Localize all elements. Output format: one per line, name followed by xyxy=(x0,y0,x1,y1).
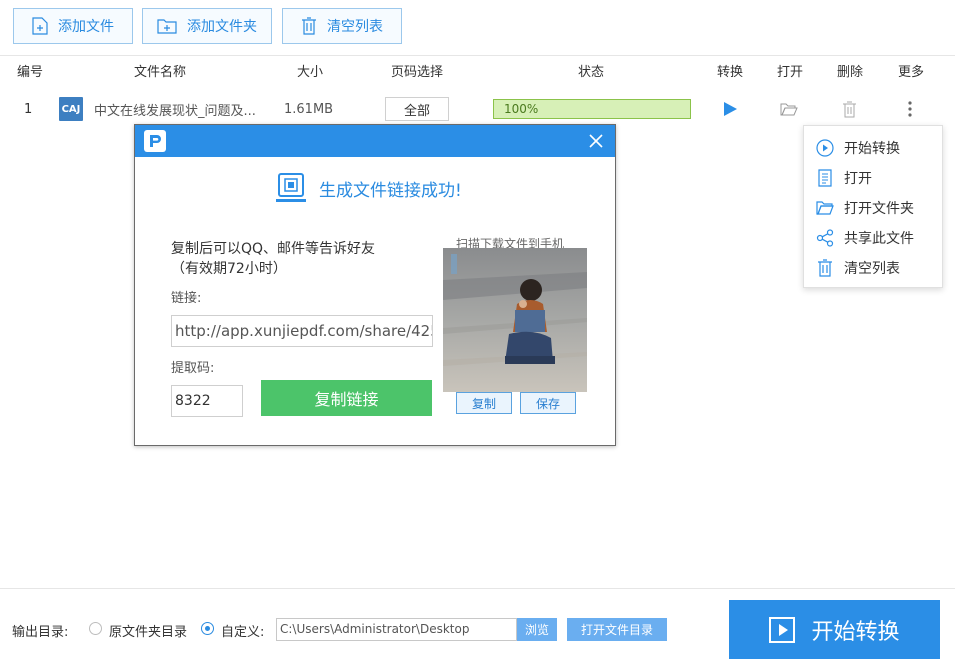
start-convert-button[interactable]: 开始转换 xyxy=(729,600,940,659)
page-select-cell: 全部 xyxy=(385,89,449,129)
open-cell xyxy=(780,89,798,129)
qr-preview-image xyxy=(443,248,587,392)
caj-file-icon: CAJ xyxy=(59,97,83,121)
add-folder-label: 添加文件夹 xyxy=(187,19,257,35)
table-header: 编号 文件名称 大小 页码选择 状态 转换 打开 删除 更多 xyxy=(0,57,955,89)
trash-icon xyxy=(302,17,316,35)
menu-open[interactable]: 打开 xyxy=(804,163,942,193)
menu-start-convert-label: 开始转换 xyxy=(844,141,900,157)
browse-button[interactable]: 浏览 xyxy=(517,618,557,641)
add-folder-icon xyxy=(157,19,177,34)
dialog-title-text: 生成文件链接成功! xyxy=(319,180,462,201)
copy-link-button[interactable]: 复制链接 xyxy=(261,380,432,416)
header-status: 状态 xyxy=(577,65,604,80)
link-field[interactable]: http://app.xunjiepdf.com/share/4258 xyxy=(171,315,433,347)
radio-custom-folder[interactable] xyxy=(201,622,214,635)
header-convert: 转换 xyxy=(716,65,743,80)
delete-icon[interactable] xyxy=(842,101,857,118)
custom-folder-label: 自定义: xyxy=(221,625,265,640)
add-folder-button[interactable]: 添加文件夹 xyxy=(142,8,272,44)
play-circle-icon xyxy=(816,139,834,157)
row-file-name: 中文在线发展现状_问题及... xyxy=(94,103,256,119)
more-vertical-icon[interactable] xyxy=(908,101,912,117)
header-size: 大小 xyxy=(296,65,323,80)
dialog-header xyxy=(135,125,615,157)
status-cell: 100% xyxy=(493,89,691,129)
file-type-cell: CAJ xyxy=(59,89,83,129)
play-icon[interactable] xyxy=(722,101,738,117)
menu-share-file-label: 共享此文件 xyxy=(844,231,914,247)
link-success-icon xyxy=(276,173,306,202)
code-label: 提取码: xyxy=(171,361,215,376)
app-logo-icon xyxy=(144,130,166,152)
output-dir-label: 输出目录: xyxy=(12,625,69,640)
dialog-title: 生成文件链接成功! xyxy=(275,173,462,203)
page-select-button[interactable]: 全部 xyxy=(385,97,449,121)
save-button[interactable]: 保存 xyxy=(520,392,576,414)
progress-bar: 100% xyxy=(493,99,691,119)
header-index: 编号 xyxy=(16,65,43,80)
menu-open-folder-label: 打开文件夹 xyxy=(844,201,914,217)
toolbar: 添加文件 添加文件夹 清空列表 xyxy=(0,0,955,56)
convert-cell xyxy=(722,89,738,129)
copy-button[interactable]: 复制 xyxy=(456,392,512,414)
delete-cell xyxy=(842,89,857,129)
context-menu: 开始转换 打开 打开文件夹 共享此文件 清空列表 xyxy=(803,125,943,288)
folder-icon xyxy=(816,201,834,215)
row-file-size: 1.61MB xyxy=(284,101,334,117)
code-field[interactable]: 8322 xyxy=(171,385,243,417)
clear-list-label: 清空列表 xyxy=(327,19,383,35)
output-path-input[interactable]: C:\Users\Administrator\Desktop xyxy=(276,618,517,641)
header-more: 更多 xyxy=(897,65,924,80)
more-cell xyxy=(908,89,912,129)
add-file-label: 添加文件 xyxy=(58,19,114,35)
original-folder-label: 原文件夹目录 xyxy=(109,625,188,640)
share-validity: （有效期72小时） xyxy=(171,261,287,277)
header-pages: 页码选择 xyxy=(390,65,443,80)
document-icon xyxy=(818,169,832,187)
trash-icon xyxy=(818,259,832,277)
start-convert-label: 开始转换 xyxy=(811,619,900,645)
footer-bar: 输出目录: 原文件夹目录 自定义: C:\Users\Administrator… xyxy=(0,588,955,667)
menu-start-convert[interactable]: 开始转换 xyxy=(804,133,942,163)
header-open: 打开 xyxy=(776,65,803,80)
add-file-button[interactable]: 添加文件 xyxy=(13,8,133,44)
play-square-icon xyxy=(769,616,796,643)
close-icon[interactable] xyxy=(585,130,607,152)
menu-clear-list-label: 清空列表 xyxy=(844,261,900,277)
header-name: 文件名称 xyxy=(133,65,186,80)
link-label: 链接: xyxy=(171,291,202,306)
share-icon xyxy=(816,229,834,247)
progress-text: 100% xyxy=(504,102,539,116)
menu-open-label: 打开 xyxy=(844,171,872,187)
share-link-dialog: 生成文件链接成功! 复制后可以QQ、邮件等告诉好友 （有效期72小时） 链接: … xyxy=(134,124,616,446)
share-instructions: 复制后可以QQ、邮件等告诉好友 xyxy=(171,241,376,257)
radio-original-folder[interactable] xyxy=(89,622,102,635)
folder-open-icon[interactable] xyxy=(780,102,798,117)
header-delete: 删除 xyxy=(836,65,863,80)
menu-share-file[interactable]: 共享此文件 xyxy=(804,223,942,253)
row-index: 1 xyxy=(24,101,33,117)
menu-open-folder[interactable]: 打开文件夹 xyxy=(804,193,942,223)
open-directory-button[interactable]: 打开文件目录 xyxy=(567,618,667,641)
add-file-icon xyxy=(32,17,48,35)
table-row[interactable]: 1 CAJ 中文在线发展现状_问题及... 1.61MB 全部 100% xyxy=(0,89,955,129)
menu-clear-list[interactable]: 清空列表 xyxy=(804,253,942,283)
clear-list-button[interactable]: 清空列表 xyxy=(282,8,402,44)
